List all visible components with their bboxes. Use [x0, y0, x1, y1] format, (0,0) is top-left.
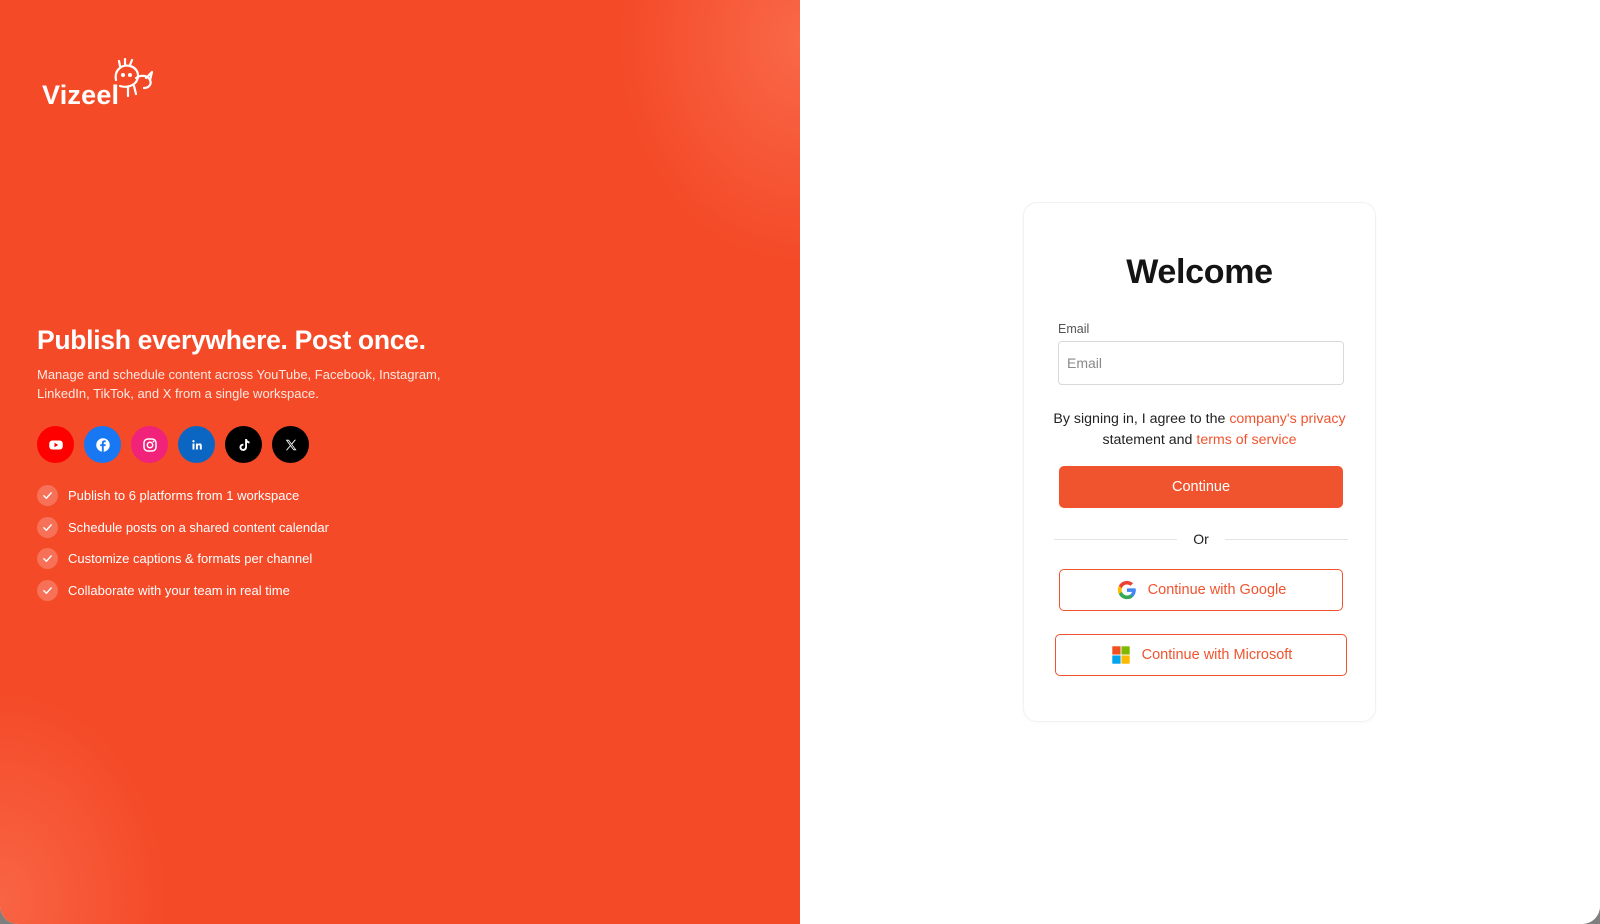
or-divider: Or: [1054, 529, 1348, 549]
instagram-icon: [131, 426, 168, 463]
terms-middle: statement and: [1102, 431, 1193, 448]
feature-list: Publish to 6 platforms from 1 workspace …: [37, 485, 329, 611]
login-panel: Welcome Email By signing in, I agree to …: [800, 0, 1600, 924]
divider-line: [1054, 538, 1178, 540]
hero-panel: Vizeel Publish everywhere. Post once. Ma…: [0, 0, 800, 924]
privacy-link[interactable]: company's privacy: [1229, 411, 1345, 427]
or-label: Or: [1193, 531, 1209, 547]
checkmark-icon: [37, 485, 58, 506]
hero-headline: Publish everywhere. Post once.: [37, 325, 426, 355]
terms-prefix: By signing in, I agree to the: [1053, 411, 1226, 427]
checkmark-icon: [37, 579, 58, 601]
app-window: Vizeel Publish everywhere. Post once. Ma…: [0, 0, 1600, 924]
divider-line: [1224, 538, 1348, 540]
facebook-icon: [84, 426, 121, 463]
list-item: Schedule posts on a shared content calen…: [37, 516, 329, 538]
email-field[interactable]: [1058, 341, 1344, 385]
terms-text: By signing in, I agree to the company's …: [1044, 409, 1355, 450]
continue-button[interactable]: Continue: [1059, 466, 1343, 508]
tiktok-icon: [225, 426, 262, 463]
terms-of-service-link[interactable]: terms of service: [1196, 432, 1296, 448]
continue-with-google-button[interactable]: Continue with Google: [1059, 569, 1343, 611]
continue-with-microsoft-button[interactable]: Continue with Microsoft: [1055, 634, 1347, 676]
hero-subline: Manage and schedule content across YouTu…: [37, 367, 441, 401]
microsoft-icon: [1111, 646, 1130, 664]
login-card: Welcome Email By signing in, I agree to …: [1023, 202, 1376, 722]
mascot-icon: [114, 58, 154, 98]
linkedin-icon: [178, 426, 215, 463]
page-title: Welcome: [1126, 253, 1273, 291]
list-item: Customize captions & formats per channel: [37, 548, 329, 569]
feature-text: Collaborate with your team in real time: [68, 582, 290, 598]
youtube-icon: [37, 426, 74, 463]
x-icon: [272, 426, 309, 463]
checkmark-icon: [37, 548, 58, 569]
google-button-label: Continue with Google: [1147, 582, 1287, 598]
microsoft-button-label: Continue with Microsoft: [1141, 647, 1293, 663]
list-item: Publish to 6 platforms from 1 workspace: [37, 485, 329, 506]
brand-logo: Vizeel: [42, 58, 172, 114]
email-label: Email: [1058, 322, 1090, 336]
list-item: Collaborate with your team in real time: [37, 579, 329, 601]
google-icon: [1117, 580, 1136, 600]
checkmark-icon: [37, 516, 58, 538]
feature-text: Schedule posts on a shared content calen…: [68, 519, 329, 535]
social-platforms: [37, 426, 309, 463]
feature-text: Customize captions & formats per channel: [68, 551, 313, 566]
feature-text: Publish to 6 platforms from 1 workspace: [68, 488, 300, 503]
